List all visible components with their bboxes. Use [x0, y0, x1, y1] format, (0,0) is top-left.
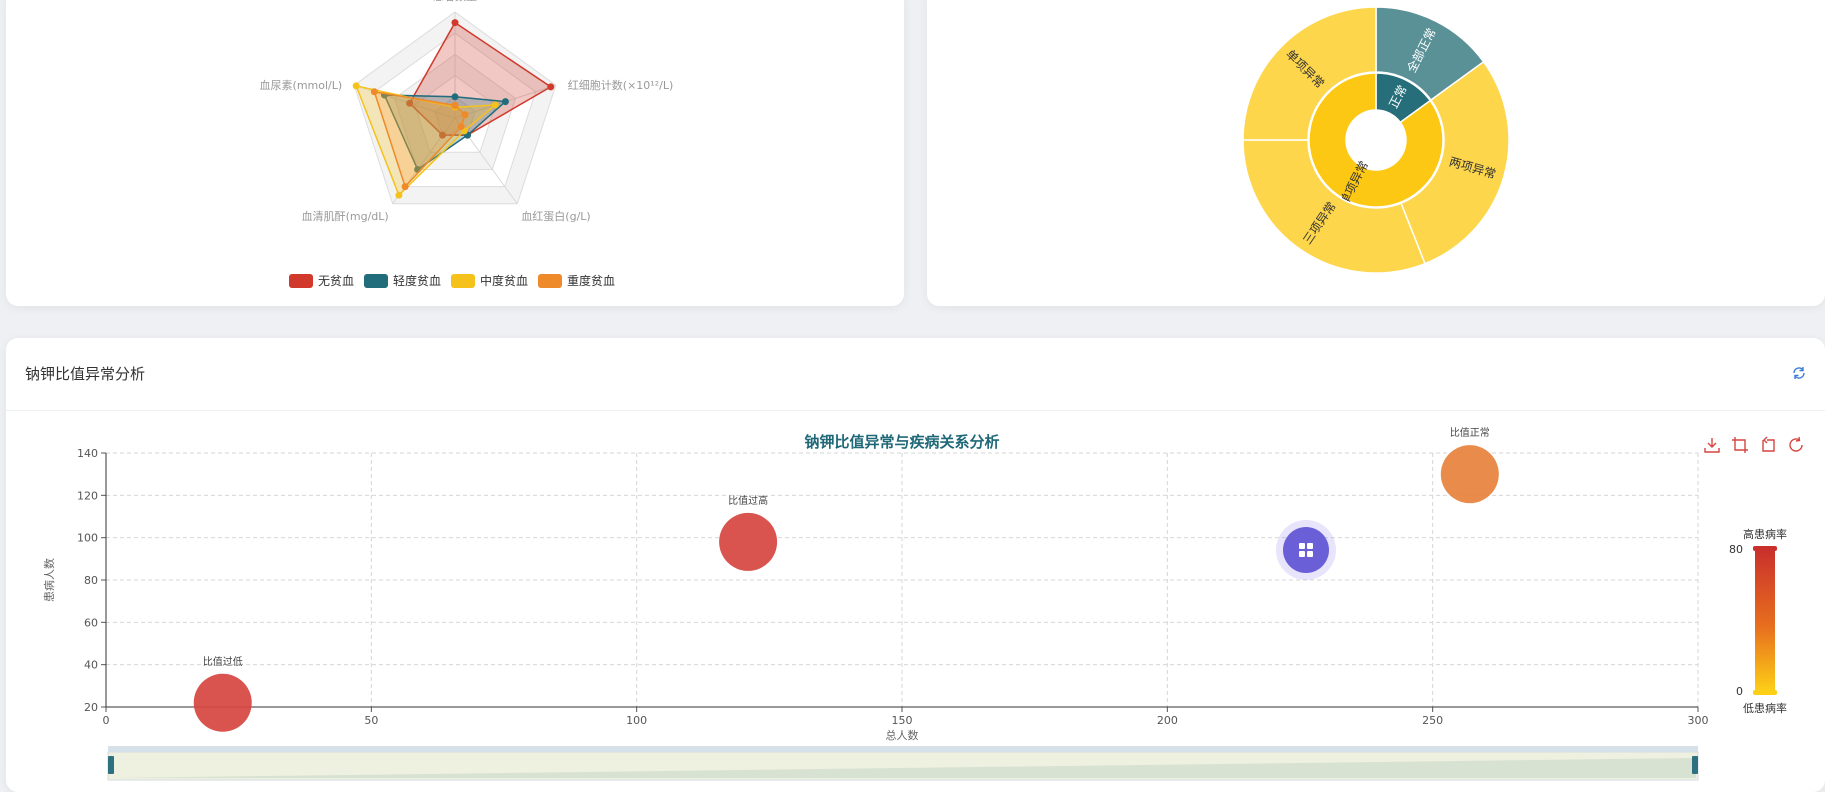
- x-tick-label: 100: [626, 714, 647, 727]
- visual-map-bar: [1755, 549, 1775, 692]
- y-tick-label: 20: [84, 701, 98, 714]
- legend-label: 轻度贫血: [393, 274, 442, 288]
- legend-label: 无贫血: [318, 274, 355, 288]
- radar-chart: 患者数量红细胞计数(×10¹²/L) 血红蛋白(g/L) 血清肌酐(mg/dL) 血尿…: [260, 0, 674, 223]
- bubble-point: [719, 512, 778, 571]
- legend-item[interactable]: 轻度贫血: [364, 272, 441, 289]
- y-axis-label: 患病人数: [42, 558, 56, 602]
- y-tick-label: 120: [77, 489, 98, 502]
- radar-point: [451, 101, 459, 109]
- x-tick-label: 0: [103, 714, 110, 727]
- radar-indicator-label: 红细胞计数(×10¹²/L): [568, 79, 673, 92]
- visual-map-min: 0: [1736, 685, 1743, 698]
- legend-swatch: [289, 273, 313, 288]
- radar-point: [451, 93, 459, 101]
- legend-item[interactable]: 重度贫血: [538, 272, 615, 289]
- legend-swatch: [451, 273, 476, 288]
- bubble-card: 钠钾比值异常分析 钠钾比值异常与疾病关系分析 20 40 60 80 100 120 140 0…: [6, 338, 1825, 792]
- radar-point: [461, 111, 469, 119]
- radar-indicator-label: 血清肌酐(mg/dL): [302, 209, 389, 223]
- radar-indicator-label: 血红蛋白(g/L): [521, 209, 590, 223]
- y-tick-label: 40: [84, 659, 98, 672]
- sunburst-card: 正常 单项异常 全部正常 两项异常 三项异常 单项异常: [927, 0, 1825, 306]
- x-tick-label: 150: [892, 714, 913, 727]
- y-tick-label: 60: [84, 616, 98, 629]
- visual-map-low-label: 低患病率: [1743, 701, 1787, 715]
- radar-indicator-label: 患者数量: [433, 0, 477, 3]
- bubble-point: [193, 673, 252, 732]
- bubble-label: 比值过高: [728, 494, 768, 507]
- data-zoom-top-bar: [108, 746, 1698, 752]
- y-tick-label: 140: [77, 447, 98, 460]
- radar-card: 患者数量红细胞计数(×10¹²/L) 血红蛋白(g/L) 血清肌酐(mg/dL) 血尿…: [6, 0, 904, 306]
- grid-menu-glyph: [1299, 543, 1305, 549]
- grid-menu-icon[interactable]: [1283, 527, 1329, 573]
- bubble-label: 比值过低: [203, 655, 243, 668]
- grid-menu-glyph: [1307, 543, 1313, 549]
- x-tick-label: 250: [1422, 714, 1443, 727]
- radar-point: [491, 101, 499, 109]
- legend-swatch: [538, 273, 563, 288]
- radar-point: [501, 98, 509, 106]
- data-zoom-handle-left[interactable]: [108, 756, 114, 774]
- bubble-chart: 钠钾比值异常与疾病关系分析 20 40 60 80 100 120 140 0 50 100 150 2…: [42, 426, 1787, 781]
- radar-point: [395, 191, 403, 199]
- radar-point: [352, 82, 360, 90]
- legend-item[interactable]: 中度贫血: [451, 272, 528, 289]
- x-tick-label: 300: [1688, 714, 1709, 727]
- sunburst-chart: 正常单项异常全部正常两项异常三项异常单项异常: [1242, 6, 1510, 274]
- visual-map-handle-top: [1753, 546, 1777, 551]
- data-zoom-handle-right[interactable]: [1692, 756, 1698, 774]
- radar-legend: 无贫血 轻度贫血 中度贫血 重度贫血: [289, 272, 615, 289]
- radar-point: [547, 83, 555, 91]
- radar-point: [401, 183, 409, 191]
- x-axis-label: 总人数: [886, 728, 919, 742]
- legend-swatch: [364, 273, 389, 288]
- visual-map-max: 80: [1729, 543, 1743, 556]
- visual-map-handle-bottom: [1753, 690, 1777, 695]
- bubble-point: [1440, 445, 1499, 504]
- bubble-label: 比值正常: [1450, 426, 1490, 439]
- visual-map-high-label: 高患病率: [1743, 527, 1787, 541]
- legend-label: 重度贫血: [567, 274, 616, 288]
- grid-menu-glyph: [1307, 551, 1313, 557]
- radar-point: [451, 19, 459, 27]
- chart-title: 钠钾比值异常与疾病关系分析: [804, 433, 999, 451]
- x-tick-label: 50: [364, 714, 378, 727]
- y-tick-label: 100: [77, 532, 98, 545]
- legend-item[interactable]: 无贫血: [289, 272, 354, 289]
- x-tick-label: 200: [1157, 714, 1178, 727]
- radar-point: [457, 123, 465, 131]
- radar-indicator-label: 血尿素(mmol/L): [260, 78, 343, 92]
- y-tick-label: 80: [84, 574, 98, 587]
- grid-menu-glyph: [1299, 551, 1305, 557]
- legend-label: 中度贫血: [480, 274, 529, 288]
- radar-point: [370, 88, 378, 96]
